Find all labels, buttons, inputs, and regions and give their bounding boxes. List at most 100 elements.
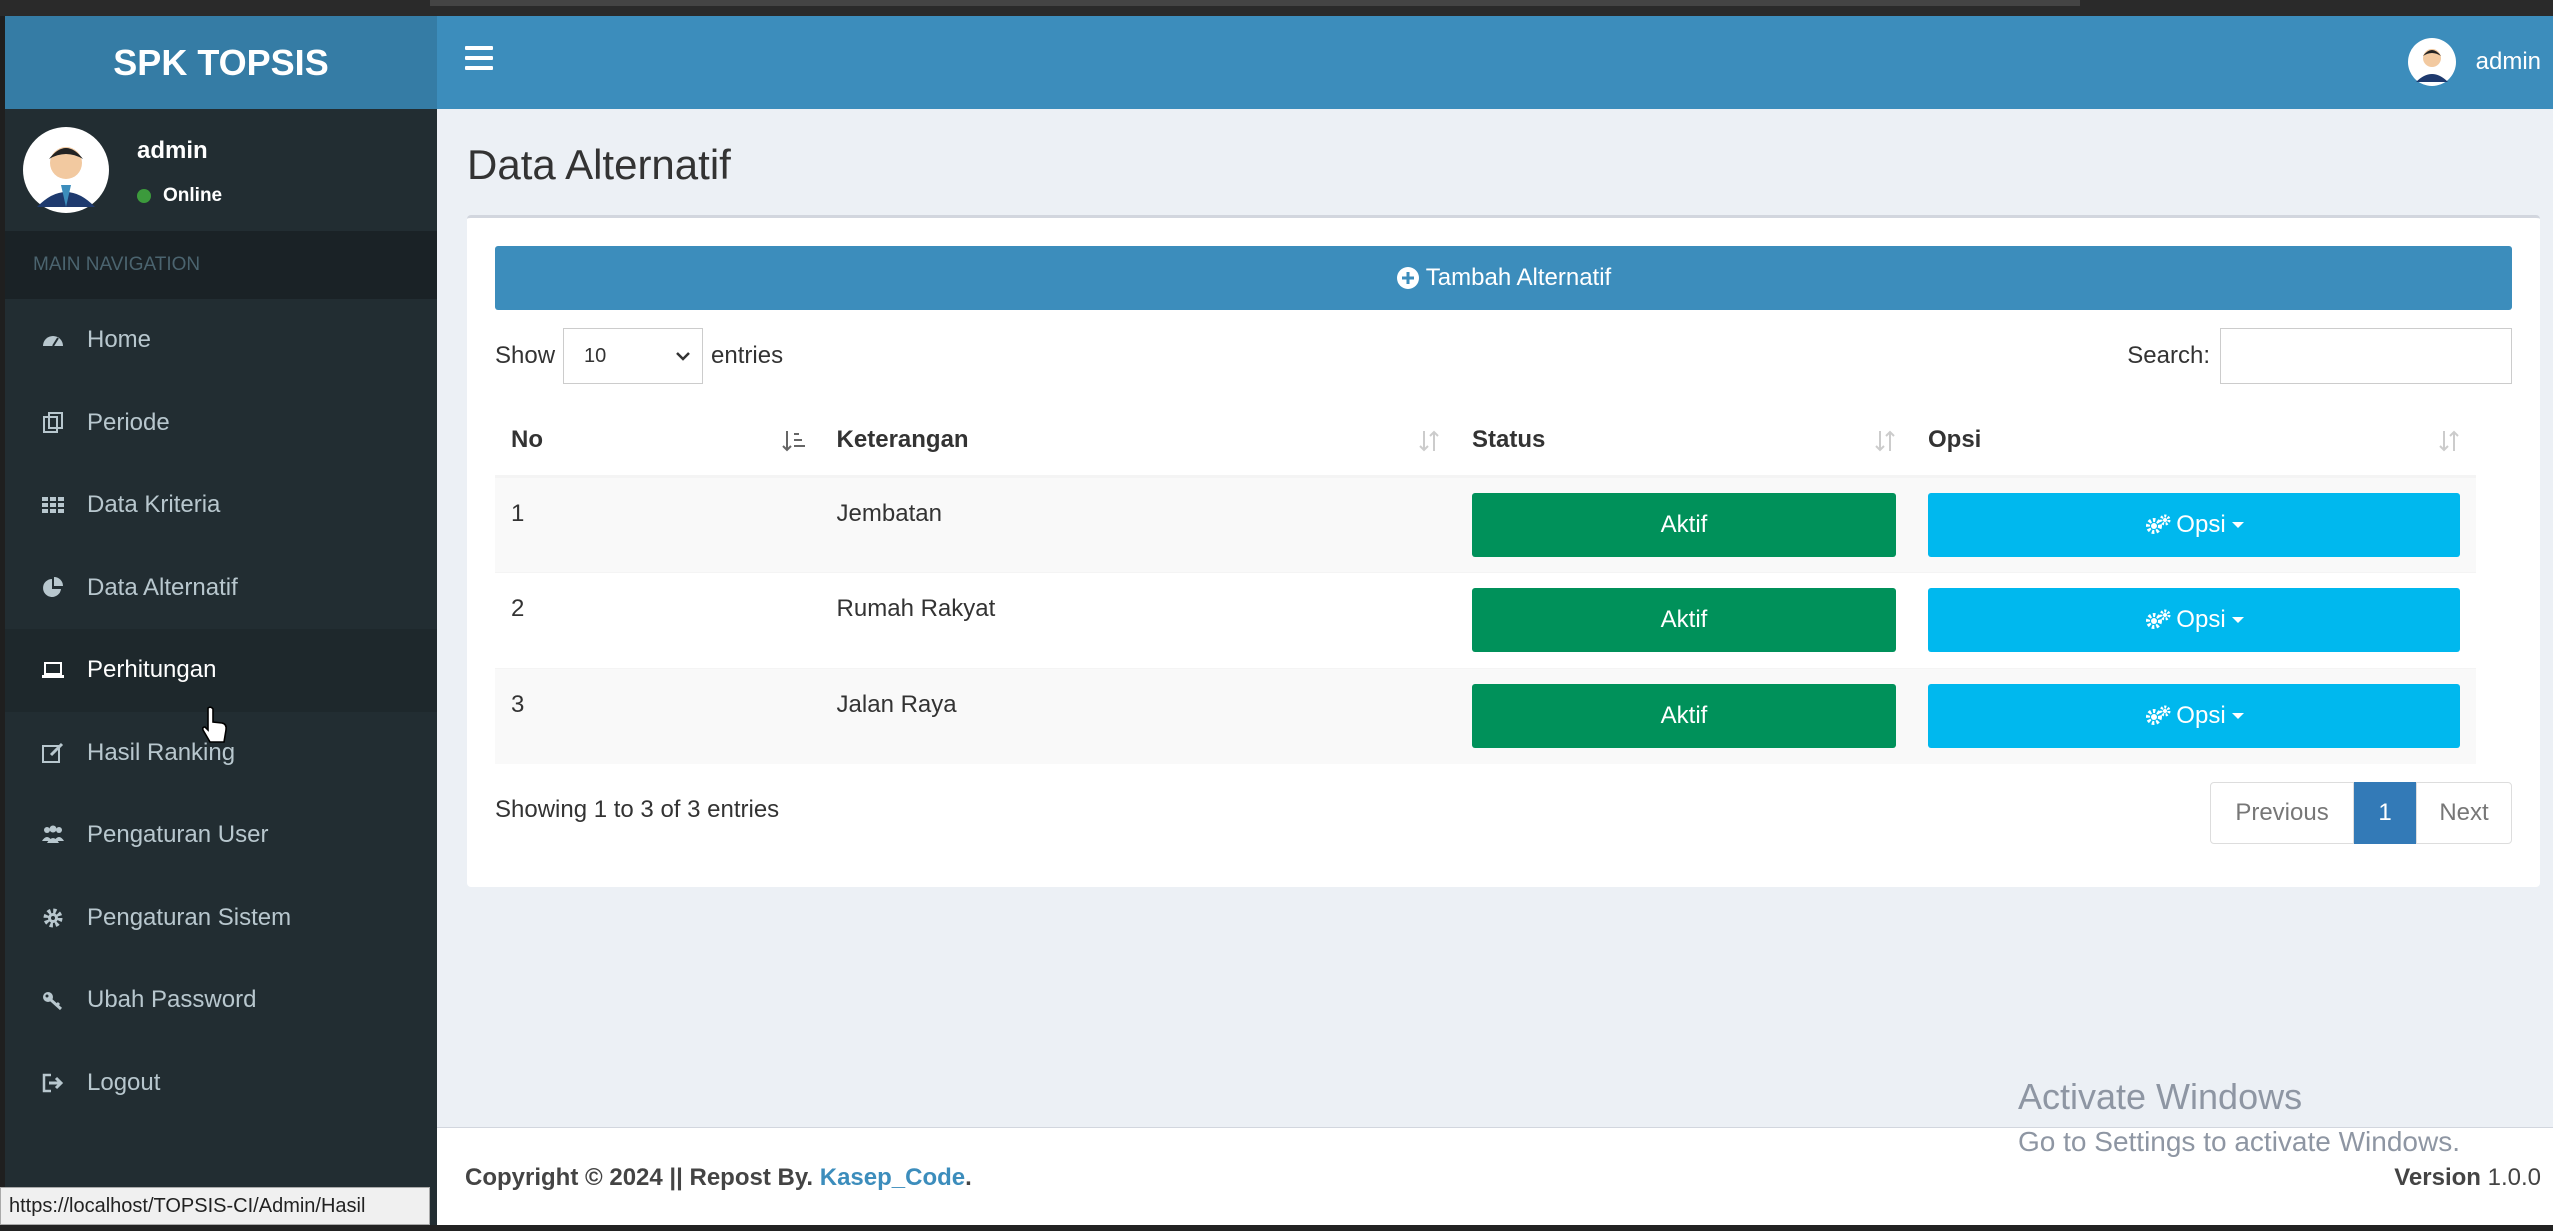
avatar	[23, 127, 109, 213]
status-aktif-button[interactable]: Aktif	[1471, 684, 1896, 749]
opsi-dropdown-button[interactable]: Opsi	[1927, 492, 2460, 557]
opsi-label: Opsi	[2176, 606, 2226, 633]
user-panel: admin Online	[5, 109, 437, 231]
entries-select[interactable]: 10	[563, 328, 704, 384]
pagination-previous[interactable]: Previous	[2210, 782, 2354, 844]
caret-down-icon	[2231, 713, 2244, 720]
sidebar-item-data-alternatif[interactable]: Data Alternatif	[5, 547, 437, 630]
version-value: 1.0.0	[2487, 1164, 2541, 1191]
column-header-status[interactable]: Status	[1455, 406, 1912, 478]
entries-label: entries	[711, 342, 784, 369]
cell-status: Aktif	[1455, 571, 1912, 668]
pie-chart-icon	[39, 576, 67, 600]
entries-select-value: 10	[584, 344, 607, 367]
table-row: 3 Jalan Raya Aktif Opsi	[495, 667, 2476, 764]
gear-icon	[39, 906, 67, 930]
length-control: Show 10 entries	[495, 328, 783, 384]
sidebar-user-name: admin	[137, 137, 208, 164]
sidebar-item-label: Pengaturan Sistem	[87, 903, 292, 931]
opsi-label: Opsi	[2176, 702, 2226, 730]
content-box: Tambah Alternatif Show 10 entries Search…	[467, 215, 2540, 887]
status-aktif-button[interactable]: Aktif	[1471, 588, 1896, 652]
online-dot-icon	[137, 189, 151, 203]
column-header-opsi[interactable]: Opsi	[1911, 406, 2476, 478]
table-row: 2 Rumah Rakyat Aktif Opsi	[495, 571, 2476, 668]
navbar-user-menu[interactable]: admin	[2407, 38, 2541, 86]
sidebar-item-ubah-password[interactable]: Ubah Password	[5, 959, 437, 1042]
page-title: Data Alternatif	[467, 141, 731, 188]
sidebar-item-home[interactable]: Home	[5, 299, 437, 382]
hand-cursor-icon	[201, 706, 227, 743]
app-logo[interactable]: SPK TOPSIS	[5, 16, 437, 109]
opsi-dropdown-button[interactable]: Opsi	[1927, 588, 2460, 652]
sort-icon	[1419, 430, 1439, 452]
sidebar-item-logout[interactable]: Logout	[5, 1042, 437, 1125]
sort-asc-icon	[781, 431, 805, 452]
sidebar-item-perhitungan[interactable]: Perhitungan	[5, 629, 437, 712]
gears-icon	[2146, 609, 2171, 629]
cell-no: 1	[495, 475, 821, 572]
cell-opsi: Opsi	[1911, 571, 2476, 668]
version-info: Version 1.0.0	[2394, 1164, 2541, 1192]
edit-icon	[39, 741, 67, 765]
watermark-subtitle: Go to Settings to activate Windows.	[2018, 1126, 2460, 1157]
cell-no: 2	[495, 571, 821, 668]
search-label: Search:	[2127, 342, 2210, 369]
top-navbar: admin	[437, 16, 2553, 109]
laptop-icon	[39, 658, 67, 682]
sidebar-item-label: Data Alternatif	[87, 573, 238, 601]
version-label: Version	[2394, 1164, 2481, 1191]
column-label: Opsi	[1927, 426, 1982, 454]
sidebar-item-label: Home	[87, 326, 152, 354]
cell-keterangan: Rumah Rakyat	[820, 571, 1456, 668]
avatar	[2407, 38, 2456, 86]
pagination-next[interactable]: Next	[2416, 782, 2512, 844]
opsi-dropdown-button[interactable]: Opsi	[1927, 684, 2460, 749]
sidebar-item-label: Pengaturan User	[87, 821, 269, 849]
search-input[interactable]	[2220, 328, 2512, 384]
add-alternatif-button[interactable]: Tambah Alternatif	[495, 246, 2512, 310]
author-link[interactable]: Kasep_Code	[820, 1164, 965, 1191]
status-aktif-button[interactable]: Aktif	[1471, 492, 1896, 557]
sidebar-item-periode[interactable]: Periode	[5, 382, 437, 465]
gears-icon	[2146, 514, 2171, 534]
sort-icon	[2439, 430, 2459, 452]
plus-circle-icon	[1396, 267, 1419, 289]
sidebar-toggle-icon[interactable]	[465, 46, 493, 72]
sidebar-item-pengaturan-user[interactable]: Pengaturan User	[5, 794, 437, 877]
table-row: 1 Jembatan Aktif Opsi	[495, 475, 2476, 572]
column-label: No	[511, 426, 543, 454]
sidebar-item-label: Logout	[87, 1068, 161, 1096]
status-url-bar: https://localhost/TOPSIS-CI/Admin/Hasil	[0, 1187, 430, 1225]
cell-opsi: Opsi	[1911, 667, 2476, 764]
sidebar-item-pengaturan-sistem[interactable]: Pengaturan Sistem	[5, 877, 437, 960]
show-label: Show	[495, 342, 556, 369]
key-icon	[39, 988, 67, 1012]
alternatif-table: No Keterangan Status Opsi 1 Jembatan Akt…	[495, 406, 2476, 764]
navbar-user-name: admin	[2475, 48, 2541, 75]
chevron-down-icon	[676, 352, 690, 361]
tab-line	[430, 0, 2080, 6]
activate-windows-watermark: Activate Windows Go to Settings to activ…	[2018, 1076, 2460, 1158]
sidebar: admin Online MAIN NAVIGATION Home Period…	[5, 109, 437, 1231]
sidebar-item-data-kriteria[interactable]: Data Kriteria	[5, 464, 437, 547]
search-control: Search:	[2127, 328, 2512, 384]
copyright: Copyright © 2024 || Repost By. Kasep_Cod…	[465, 1164, 972, 1191]
users-icon	[39, 823, 67, 847]
sidebar-item-label: Periode	[87, 408, 170, 436]
nav-header: MAIN NAVIGATION	[5, 231, 437, 299]
column-label: Keterangan	[836, 426, 969, 454]
sidebar-item-label: Data Kriteria	[87, 491, 221, 519]
content-wrapper: Data Alternatif Tambah Alternatif Show 1…	[437, 109, 2553, 1127]
pagination: Previous 1 Next	[2210, 782, 2512, 844]
user-status-text: Online	[163, 185, 223, 206]
sidebar-item-label: Perhitungan	[87, 656, 217, 684]
cell-status: Aktif	[1455, 475, 1912, 572]
table-header-row: No Keterangan Status Opsi	[495, 406, 2476, 478]
table-info: Showing 1 to 3 of 3 entries	[495, 796, 780, 823]
copy-icon	[39, 411, 67, 435]
pagination-page-1[interactable]: 1	[2354, 782, 2416, 844]
column-header-no[interactable]: No	[495, 406, 821, 478]
column-header-keterangan[interactable]: Keterangan	[820, 406, 1456, 478]
cell-keterangan: Jembatan	[820, 475, 1456, 572]
